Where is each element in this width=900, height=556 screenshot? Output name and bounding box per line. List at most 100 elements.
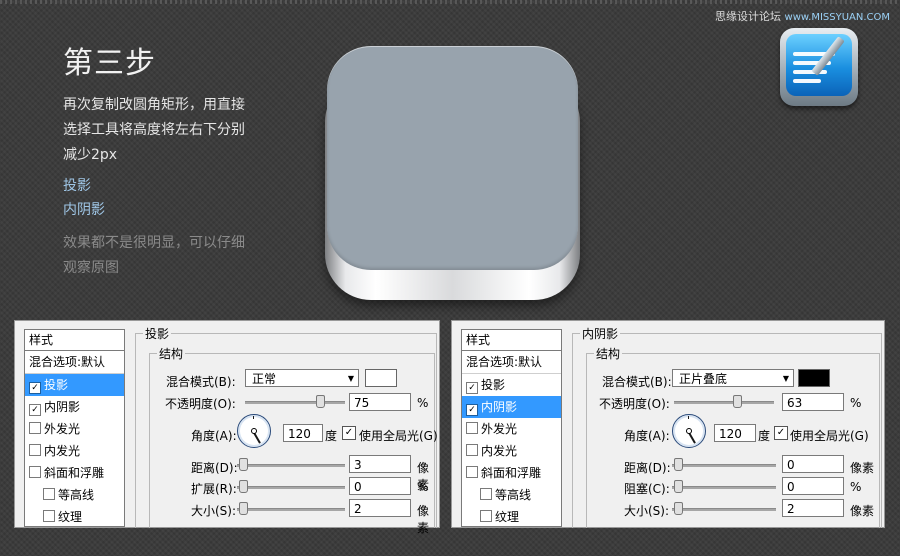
- step-link-inner-shadow[interactable]: 内阴影: [63, 199, 105, 219]
- checkbox[interactable]: [29, 444, 41, 456]
- checkbox[interactable]: [43, 510, 55, 522]
- distance-slider[interactable]: [237, 464, 345, 467]
- styles-list-header: 样式: [462, 330, 561, 351]
- style-item-contour[interactable]: 等高线: [25, 484, 124, 506]
- style-item-inner-glow[interactable]: 内发光: [462, 440, 561, 462]
- angle-label: 角度(A):: [624, 429, 670, 443]
- style-item-inner-glow[interactable]: 内发光: [25, 440, 124, 462]
- size-input[interactable]: 2: [349, 499, 411, 517]
- style-item-bevel-emboss[interactable]: 斜面和浮雕: [462, 462, 561, 484]
- styles-list: 样式 混合选项:默认 ✓ 投影 ✓ 内阴影 外发光 内发光 斜面和浮雕 等高线 纹理: [24, 329, 125, 527]
- checkbox[interactable]: [480, 510, 492, 522]
- step-note-line: 效果都不是很明显，可以仔细: [63, 235, 245, 251]
- checkbox-checked[interactable]: ✓: [466, 404, 478, 416]
- style-item-blending-options[interactable]: 混合选项:默认: [25, 351, 124, 374]
- style-item-bevel-emboss[interactable]: 斜面和浮雕: [25, 462, 124, 484]
- angle-input[interactable]: 120: [714, 424, 756, 442]
- checkbox[interactable]: [29, 466, 41, 478]
- opacity-unit: %: [850, 396, 862, 410]
- opacity-slider-thumb[interactable]: [733, 395, 742, 408]
- distance-unit: 像素: [850, 461, 875, 475]
- distance-input[interactable]: 3: [349, 455, 411, 473]
- style-item-contour[interactable]: 等高线: [462, 484, 561, 506]
- distance-label: 距离(D):: [191, 461, 238, 475]
- spread-unit: %: [417, 480, 429, 494]
- spread-input[interactable]: 0: [349, 477, 411, 495]
- opacity-slider-thumb[interactable]: [316, 395, 325, 408]
- choke-unit: %: [850, 480, 862, 494]
- angle-input[interactable]: 120: [283, 424, 323, 442]
- style-item-outer-glow[interactable]: 外发光: [25, 418, 124, 440]
- angle-dial[interactable]: [237, 414, 271, 448]
- checkbox[interactable]: [43, 488, 55, 500]
- size-label: 大小(S):: [624, 504, 670, 518]
- angle-unit: 度: [325, 429, 338, 443]
- checkbox[interactable]: [29, 422, 41, 434]
- angle-dial[interactable]: [672, 414, 706, 448]
- global-light-checkbox[interactable]: ✓: [774, 426, 788, 440]
- style-item-texture[interactable]: 纹理: [462, 506, 561, 526]
- style-item-outer-glow[interactable]: 外发光: [462, 418, 561, 440]
- style-item-blending-options[interactable]: 混合选项:默认: [462, 351, 561, 374]
- layer-style-panel-inner-shadow: 样式 混合选项:默认 ✓ 投影 ✓ 内阴影 外发光 内发光 斜面和浮雕 等高线 纹理…: [451, 320, 885, 528]
- spread-slider-thumb[interactable]: [239, 480, 248, 493]
- size-unit: 像素: [850, 504, 875, 518]
- opacity-label: 不透明度(O):: [165, 397, 236, 411]
- opacity-slider[interactable]: [245, 401, 345, 404]
- blend-mode-label: 混合模式(B):: [166, 375, 236, 389]
- opacity-input[interactable]: 63: [782, 393, 844, 411]
- step-link-drop-shadow[interactable]: 投影: [63, 175, 91, 195]
- preview-face: [327, 46, 578, 270]
- distance-input[interactable]: 0: [782, 455, 844, 473]
- size-slider[interactable]: [237, 508, 345, 511]
- checkbox-checked[interactable]: ✓: [29, 382, 41, 394]
- step-description-line: 减少2px: [63, 147, 118, 163]
- step-title: 第三步: [63, 46, 156, 81]
- choke-input[interactable]: 0: [782, 477, 844, 495]
- checkbox[interactable]: [480, 488, 492, 500]
- choke-slider-thumb[interactable]: [674, 480, 683, 493]
- shadow-color-swatch[interactable]: [798, 369, 830, 387]
- distance-slider-thumb[interactable]: [239, 458, 248, 471]
- distance-slider[interactable]: [672, 464, 776, 467]
- spread-slider[interactable]: [237, 486, 345, 489]
- checkbox-checked[interactable]: ✓: [466, 382, 478, 394]
- style-item-inner-shadow[interactable]: ✓ 内阴影: [462, 396, 561, 418]
- size-slider-thumb[interactable]: [674, 502, 683, 515]
- distance-slider-thumb[interactable]: [674, 458, 683, 471]
- step-note-line: 观察原图: [63, 260, 119, 276]
- checkbox[interactable]: [466, 444, 478, 456]
- group-title: 投影: [143, 325, 172, 342]
- styles-list: 样式 混合选项:默认 ✓ 投影 ✓ 内阴影 外发光 内发光 斜面和浮雕 等高线 纹理: [461, 329, 562, 527]
- opacity-slider[interactable]: [674, 401, 774, 404]
- step-description-line: 再次复制改圆角矩形，用直接: [63, 97, 245, 113]
- section-title: 结构: [157, 345, 186, 362]
- notes-app-icon: [780, 28, 858, 106]
- global-light-label: 使用全局光(G): [790, 429, 869, 443]
- global-light-label: 使用全局光(G): [359, 429, 438, 443]
- step-description-line: 选择工具将高度将左右下分别: [63, 122, 245, 138]
- style-item-drop-shadow[interactable]: ✓ 投影: [25, 374, 124, 396]
- group-title: 内阴影: [580, 325, 621, 342]
- size-input[interactable]: 2: [782, 499, 844, 517]
- opacity-input[interactable]: 75: [349, 393, 411, 411]
- choke-slider[interactable]: [672, 486, 776, 489]
- dropdown-arrow-icon: ▼: [782, 374, 789, 383]
- watermark-brand: 思缘设计论坛: [715, 10, 782, 23]
- checkbox[interactable]: [466, 422, 478, 434]
- section-title: 结构: [594, 345, 623, 362]
- checkbox[interactable]: [466, 466, 478, 478]
- top-dashed-border: [0, 0, 900, 4]
- size-slider[interactable]: [672, 508, 776, 511]
- blend-mode-select[interactable]: 正常 ▼: [245, 369, 359, 387]
- size-slider-thumb[interactable]: [239, 502, 248, 515]
- style-item-texture[interactable]: 纹理: [25, 506, 124, 526]
- checkbox-checked[interactable]: ✓: [29, 404, 41, 416]
- choke-label: 阻塞(C):: [624, 482, 670, 496]
- blend-mode-select[interactable]: 正片叠底 ▼: [672, 369, 794, 387]
- style-item-drop-shadow[interactable]: ✓ 投影: [462, 374, 561, 396]
- spread-label: 扩展(R):: [191, 482, 237, 496]
- shadow-color-swatch[interactable]: [365, 369, 397, 387]
- style-item-inner-shadow[interactable]: ✓ 内阴影: [25, 396, 124, 418]
- global-light-checkbox[interactable]: ✓: [342, 426, 356, 440]
